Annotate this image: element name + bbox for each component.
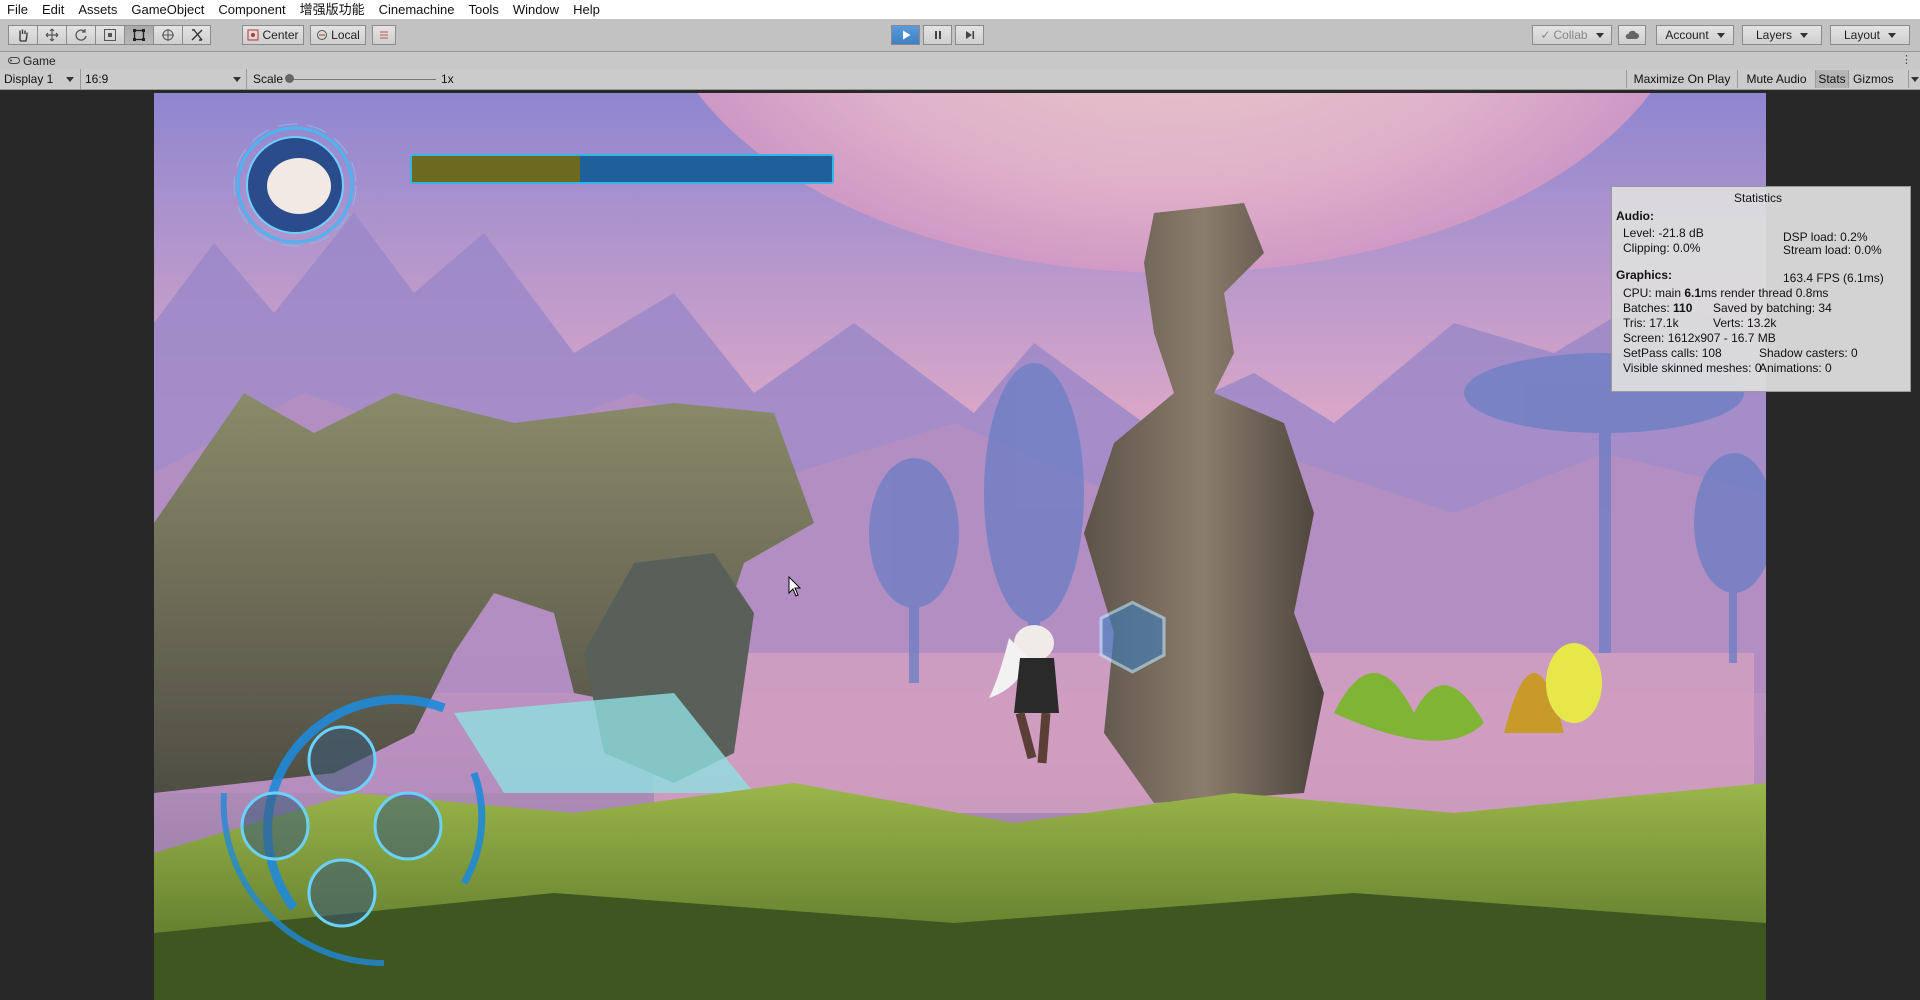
tab-menu-icon[interactable]: ⋮ (1901, 54, 1912, 66)
scale-tool-icon[interactable] (95, 25, 124, 45)
pivot-space-button[interactable]: Local (310, 25, 366, 45)
scale-value: 1x (441, 72, 454, 86)
pause-button[interactable] (923, 25, 952, 45)
stats-audio-clipping: Clipping: 0.0% (1623, 241, 1701, 255)
custom-tool-icon[interactable] (182, 25, 211, 45)
menu-assets[interactable]: Assets (71, 0, 124, 19)
stats-audio-header: Audio: (1616, 209, 1654, 223)
account-dropdown[interactable]: Account (1656, 25, 1734, 45)
game-tab-bar: Game ⋮ (0, 52, 1920, 69)
cloud-icon (1625, 30, 1639, 39)
transform-tools (8, 25, 211, 45)
menu-edit[interactable]: Edit (35, 0, 71, 19)
stats-dsp-load: DSP load: 0.2% (1783, 230, 1868, 244)
menu-help[interactable]: Help (566, 0, 607, 19)
joystick-button-down (307, 858, 377, 928)
stats-shadow-casters: Shadow casters: 0 (1759, 346, 1858, 360)
aspect-label: 16:9 (85, 72, 109, 86)
joystick-button-left (240, 791, 310, 861)
stats-screen: Screen: 1612x907 - 16.7 MB (1623, 331, 1776, 345)
checkmark-icon: ✓ (1540, 28, 1551, 42)
game-view[interactable]: Statistics Audio: Level: -21.8 dB Clippi… (0, 90, 1920, 1000)
transform-tool-icon[interactable] (153, 25, 182, 45)
chevron-down-icon (66, 77, 74, 82)
pivot-center-button[interactable]: Center (242, 25, 304, 45)
stats-skinned-meshes: Visible skinned meshes: 0 (1623, 361, 1762, 375)
stats-title: Statistics (1734, 191, 1783, 205)
joystick-button-up (307, 725, 377, 795)
gizmos-toggle[interactable]: Gizmos (1848, 70, 1908, 88)
layers-dropdown[interactable]: Layers (1742, 25, 1822, 45)
maximize-on-play-toggle[interactable]: Maximize On Play (1626, 70, 1737, 88)
menu-gameobject[interactable]: GameObject (124, 0, 211, 19)
scale-slider-handle[interactable] (285, 74, 294, 83)
stats-stream-load: Stream load: 0.0% (1783, 243, 1882, 257)
main-toolbar: Center Local ✓ Collab Account Layers Lay… (0, 19, 1920, 52)
grid-snap-button[interactable] (372, 25, 396, 45)
account-label: Account (1665, 28, 1709, 42)
layout-dropdown[interactable]: Layout (1830, 25, 1910, 45)
stats-fps: 163.4 FPS (6.1ms) (1783, 271, 1884, 285)
step-icon (965, 31, 974, 39)
space-label: Local (331, 28, 360, 42)
stats-panel: Statistics Audio: Level: -21.8 dB Clippi… (1611, 186, 1911, 392)
scale-label: Scale (246, 69, 283, 89)
step-button[interactable] (955, 25, 984, 45)
tab-game-label: Game (23, 53, 56, 68)
game-viewport[interactable] (154, 93, 1766, 1000)
stats-graphics-header: Graphics: (1616, 268, 1673, 282)
mute-audio-toggle[interactable]: Mute Audio (1737, 70, 1815, 88)
local-space-icon (317, 30, 328, 40)
menu-enhanced-features[interactable]: 增强版功能 (293, 0, 372, 19)
health-bar-fill (412, 156, 580, 182)
pivot-icon (247, 29, 259, 41)
gizmos-dropdown[interactable] (1908, 70, 1920, 88)
menu-tools[interactable]: Tools (461, 0, 505, 19)
play-button[interactable] (891, 25, 920, 45)
stats-batches: Batches: 110 (1623, 301, 1693, 315)
stats-verts: Verts: 13.2k (1713, 316, 1777, 330)
scale-slider-track[interactable] (288, 79, 436, 80)
collab-label: Collab (1553, 28, 1588, 42)
stats-setpass: SetPass calls: 108 (1623, 346, 1722, 360)
tab-game[interactable]: Game (0, 52, 64, 69)
cloud-button[interactable] (1618, 25, 1646, 45)
menu-window[interactable]: Window (506, 0, 566, 19)
chevron-down-icon (233, 77, 241, 82)
stats-tris: Tris: 17.1k (1623, 316, 1679, 330)
display-dropdown[interactable]: Display 1 (4, 69, 76, 89)
menu-bar: File Edit Assets GameObject Component 增强… (0, 0, 1920, 19)
stats-animations: Animations: 0 (1759, 361, 1832, 375)
display-label: Display 1 (4, 72, 54, 86)
menu-file[interactable]: File (0, 0, 35, 19)
stats-saved-by-batching: Saved by batching: 34 (1713, 301, 1832, 315)
pivot-label: Center (262, 28, 299, 42)
pause-icon (934, 31, 941, 39)
grid-snap-icon (380, 31, 388, 39)
menu-component[interactable]: Component (211, 0, 292, 19)
stats-audio-level: Level: -21.8 dB (1623, 226, 1704, 240)
hand-tool-icon[interactable] (8, 25, 37, 45)
layout-label: Layout (1843, 28, 1881, 42)
rotate-tool-icon[interactable] (66, 25, 95, 45)
aspect-dropdown[interactable]: 16:9 (80, 69, 243, 89)
health-bar (410, 154, 834, 184)
gamepad-icon (8, 57, 20, 64)
layers-label: Layers (1755, 28, 1793, 42)
joystick-button-right (373, 791, 443, 861)
stats-cpu: CPU: main 6.1ms render thread 0.8ms (1623, 286, 1829, 300)
move-tool-icon[interactable] (37, 25, 66, 45)
play-icon (902, 30, 910, 40)
chevron-down-icon (1911, 77, 1919, 82)
collab-dropdown[interactable]: ✓ Collab (1532, 25, 1612, 45)
menu-cinemachine[interactable]: Cinemachine (372, 0, 462, 19)
mouse-cursor-icon (788, 576, 802, 597)
stats-toggle[interactable]: Stats (1815, 70, 1848, 88)
rect-tool-icon[interactable] (124, 25, 153, 45)
game-scene (154, 93, 1766, 1000)
game-view-toolbar: Display 1 16:9 Scale 1x Maximize On Play… (0, 69, 1920, 90)
